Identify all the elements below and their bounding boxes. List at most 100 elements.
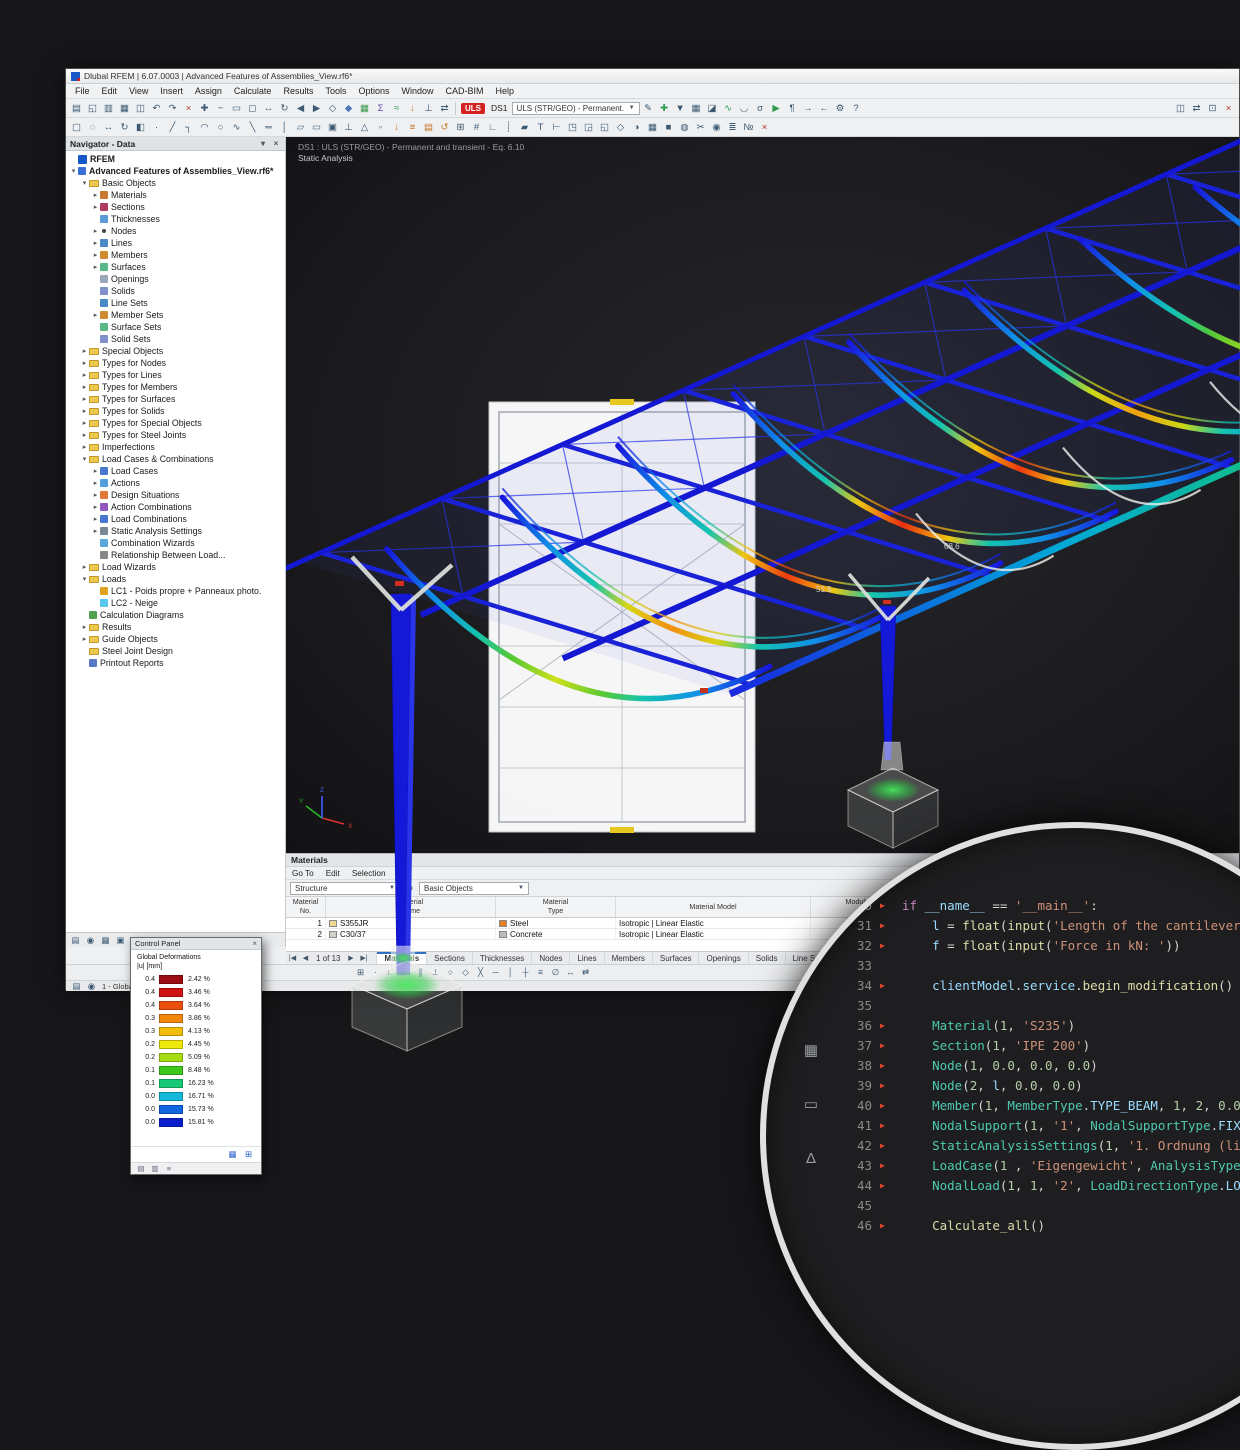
- tree-expand-arrow[interactable]: ▸: [91, 311, 100, 319]
- render-mode-icon[interactable]: ◆: [341, 101, 356, 116]
- tree-item-types-for-steel-joints[interactable]: ▸Types for Steel Joints: [66, 429, 285, 441]
- tree-expand-arrow[interactable]: ▸: [91, 527, 100, 535]
- data-navigator-tab-icon[interactable]: ▤: [69, 934, 82, 947]
- tree-item-results[interactable]: ▸Results: [66, 621, 285, 633]
- close-results-icon[interactable]: ×: [1221, 101, 1236, 116]
- tree-item-line-sets[interactable]: Line Sets: [66, 297, 285, 309]
- workplane-icon[interactable]: ▰: [517, 120, 532, 135]
- loads-icon[interactable]: ↓: [405, 101, 420, 116]
- redo-icon[interactable]: ↷: [165, 101, 180, 116]
- snap-perp-icon[interactable]: ⊥: [429, 966, 442, 979]
- select-window-icon[interactable]: ◌: [85, 120, 100, 135]
- tree-item-nodes[interactable]: ▸Nodes: [66, 225, 285, 237]
- hinge-icon[interactable]: ◦: [373, 120, 388, 135]
- tree-item-guide-objects[interactable]: ▸Guide Objects: [66, 633, 285, 645]
- copy-icon[interactable]: ◫: [133, 101, 148, 116]
- tree-item-solid-sets[interactable]: Solid Sets: [66, 333, 285, 345]
- help-icon[interactable]: ?: [849, 101, 864, 116]
- view-yz-icon[interactable]: ◱: [597, 120, 612, 135]
- results-icon[interactable]: ≈: [389, 101, 404, 116]
- result-diagram-icon[interactable]: ∿: [721, 101, 736, 116]
- tree-expand-arrow[interactable]: ▸: [91, 203, 100, 211]
- delete-icon[interactable]: ×: [181, 101, 196, 116]
- member-tool-icon[interactable]: ╲: [245, 120, 260, 135]
- tree-item-sections[interactable]: ▸Sections: [66, 201, 285, 213]
- tree-expand-arrow[interactable]: ▸: [91, 191, 100, 199]
- next-page-button[interactable]: ▶: [344, 954, 357, 962]
- snap-hline-icon[interactable]: ─: [489, 966, 502, 979]
- tree-item-basic-objects[interactable]: ▾Basic Objects: [66, 177, 285, 189]
- views-navigator-tab-icon[interactable]: ▦: [99, 934, 112, 947]
- tree-expand-arrow[interactable]: ▸: [80, 431, 89, 439]
- tree-collapse-arrow[interactable]: ▾: [80, 455, 89, 463]
- tree-item-static-analysis-settings[interactable]: ▸Static Analysis Settings: [66, 525, 285, 537]
- materials-menu-selection[interactable]: Selection: [352, 869, 386, 878]
- spline-tool-icon[interactable]: ∿: [229, 120, 244, 135]
- tree-expand-arrow[interactable]: ▸: [91, 227, 100, 235]
- tree-item-surfaces[interactable]: ▸Surfaces: [66, 261, 285, 273]
- clipping-icon[interactable]: ✂: [693, 120, 708, 135]
- control-panel-titlebar[interactable]: Control Panel ×: [131, 938, 261, 950]
- tree-item-load-combinations[interactable]: ▸Load Combinations: [66, 513, 285, 525]
- breakpoint-marker-icon[interactable]: ▶: [880, 1136, 885, 1156]
- visibility-icon[interactable]: ◉: [709, 120, 724, 135]
- menu-options[interactable]: Options: [352, 86, 395, 96]
- mirror-icon[interactable]: ◧: [133, 120, 148, 135]
- snap-swap-icon[interactable]: ⇄: [579, 966, 592, 979]
- print-icon[interactable]: ▦: [117, 101, 132, 116]
- panel-colors-icon[interactable]: ⊞: [242, 1148, 255, 1161]
- tree-item-types-for-members[interactable]: ▸Types for Members: [66, 381, 285, 393]
- breakpoint-marker-icon[interactable]: ▶: [880, 1116, 885, 1136]
- tree-expand-arrow[interactable]: ▸: [91, 491, 100, 499]
- previous-page-button[interactable]: ◀: [299, 954, 312, 962]
- tree-item-types-for-nodes[interactable]: ▸Types for Nodes: [66, 357, 285, 369]
- area-load-icon[interactable]: ▤: [421, 120, 436, 135]
- tree-item-thicknesses[interactable]: Thicknesses: [66, 213, 285, 225]
- tree-item-lines[interactable]: ▸Lines: [66, 237, 285, 249]
- tree-expand-arrow[interactable]: ▸: [91, 239, 100, 247]
- tree-item-load-cases[interactable]: ▸Load Cases: [66, 465, 285, 477]
- view-xz-icon[interactable]: ◲: [581, 120, 596, 135]
- breakpoint-marker-icon[interactable]: ▶: [880, 1036, 885, 1056]
- menu-view[interactable]: View: [123, 86, 154, 96]
- tree-item-materials[interactable]: ▸Materials: [66, 189, 285, 201]
- breakpoint-marker-icon[interactable]: ▶: [880, 1016, 885, 1036]
- table-tab-materials[interactable]: Materials: [377, 952, 427, 964]
- beam-tool-icon[interactable]: ═: [261, 120, 276, 135]
- tree-item-actions[interactable]: ▸Actions: [66, 477, 285, 489]
- snap-center-icon[interactable]: ┼: [519, 966, 532, 979]
- snap-extension-icon[interactable]: ↔: [564, 966, 577, 979]
- panel-settings-icon[interactable]: ▦: [226, 1148, 239, 1161]
- tree-item-steel-joint-design[interactable]: Steel Joint Design: [66, 645, 285, 657]
- tree-expand-arrow[interactable]: ▸: [91, 467, 100, 475]
- tree-expand-arrow[interactable]: ▸: [80, 635, 89, 643]
- tree-item-members[interactable]: ▸Members: [66, 249, 285, 261]
- breakpoint-marker-icon[interactable]: ▶: [880, 1156, 885, 1176]
- menu-insert[interactable]: Insert: [154, 86, 189, 96]
- rotate-view-icon[interactable]: ↻: [277, 101, 292, 116]
- close-all-icon[interactable]: ×: [757, 120, 772, 135]
- snap-parallel-icon[interactable]: ∥: [414, 966, 427, 979]
- breakpoint-marker-icon[interactable]: ▶: [880, 1096, 885, 1116]
- sync-views-icon[interactable]: ⇄: [1189, 101, 1204, 116]
- rotate-icon[interactable]: ↻: [117, 120, 132, 135]
- tree-item-loads[interactable]: ▾Loads: [66, 573, 285, 585]
- navigator-header[interactable]: Navigator - Data ▾ ×: [66, 137, 285, 151]
- solid-render-icon[interactable]: ■: [661, 120, 676, 135]
- tree-expand-arrow[interactable]: ▸: [91, 515, 100, 523]
- menu-results[interactable]: Results: [277, 86, 319, 96]
- table-tab-members[interactable]: Members: [605, 952, 653, 964]
- import-icon[interactable]: ←: [817, 101, 832, 116]
- tree-collapse-arrow[interactable]: ▾: [80, 575, 89, 583]
- settings-icon[interactable]: ⚙: [833, 101, 848, 116]
- edit-load-icon[interactable]: ✎: [641, 101, 656, 116]
- calculate-icon[interactable]: Σ: [373, 101, 388, 116]
- menu-calculate[interactable]: Calculate: [228, 86, 278, 96]
- text-tool-icon[interactable]: T: [533, 120, 548, 135]
- menu-file[interactable]: File: [69, 86, 96, 96]
- deformation-icon[interactable]: ◡: [737, 101, 752, 116]
- load-combination-select[interactable]: ULS (STR/GEO) - Permanent... ▼: [512, 102, 640, 115]
- column-tool-icon[interactable]: │: [277, 120, 292, 135]
- tree-item-load-cases-combinations[interactable]: ▾Load Cases & Combinations: [66, 453, 285, 465]
- breakpoint-marker-icon[interactable]: ▶: [880, 936, 885, 956]
